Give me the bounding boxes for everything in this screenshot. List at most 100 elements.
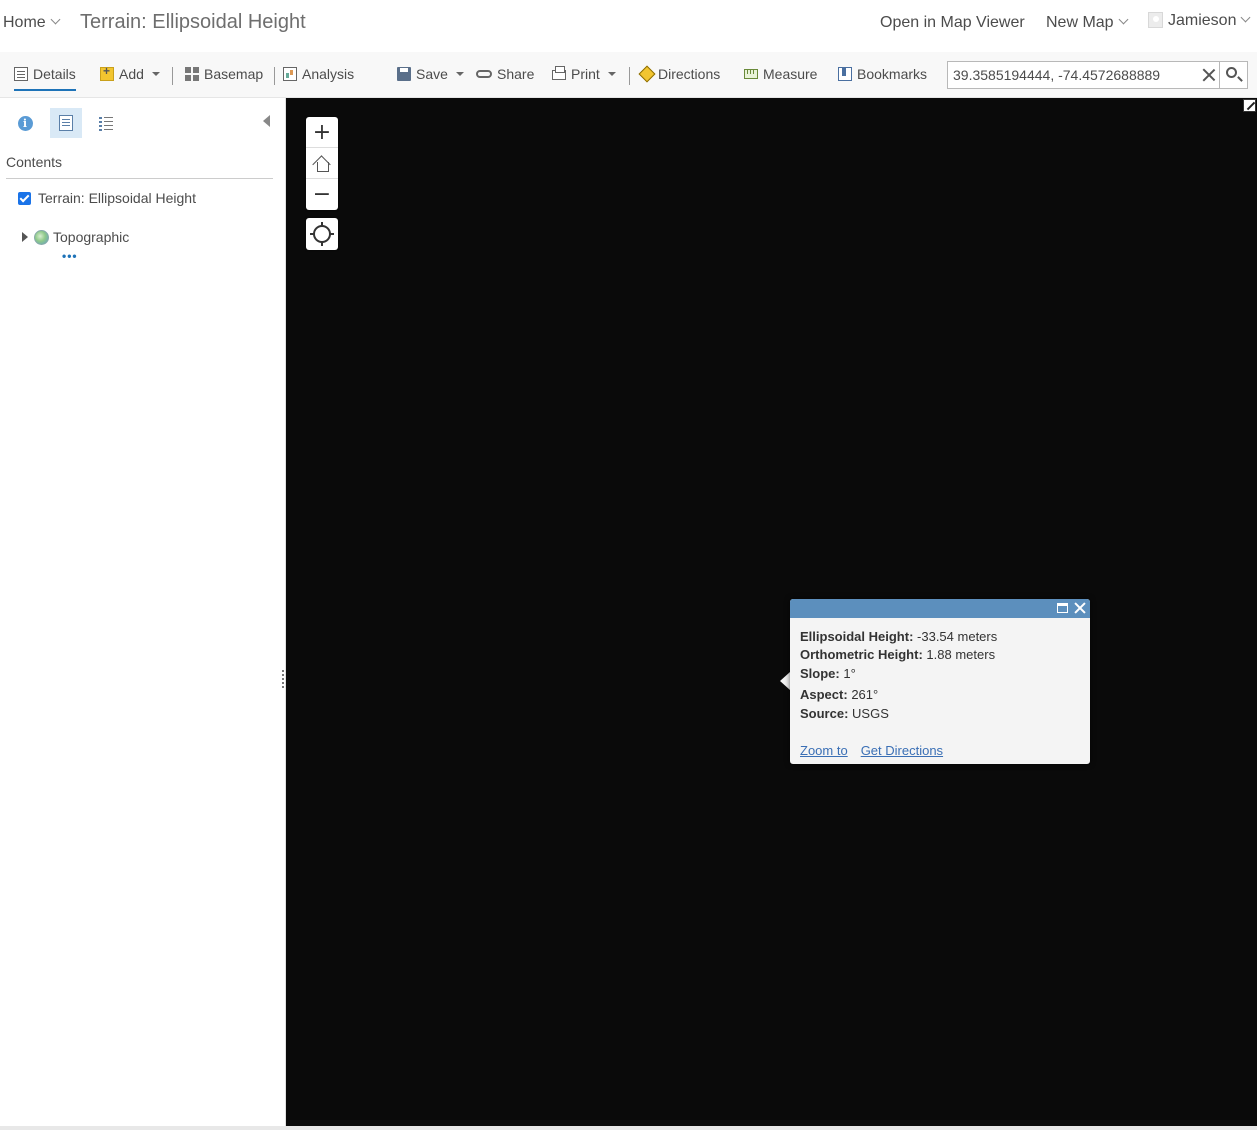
maximize-icon[interactable] bbox=[1057, 603, 1068, 613]
details-label: Details bbox=[33, 66, 76, 82]
popup-body: Ellipsoidal Height: -33.54 meters Orthom… bbox=[790, 618, 1090, 723]
field-value: 1° bbox=[843, 666, 856, 681]
field-label: Source: bbox=[800, 706, 849, 721]
add-label: Add bbox=[119, 66, 144, 82]
new-map-label: New Map bbox=[1046, 14, 1114, 31]
link-icon bbox=[476, 70, 492, 78]
basemap-layer-item: Topographic bbox=[22, 229, 129, 245]
analysis-button[interactable]: Analysis bbox=[283, 66, 354, 82]
search-icon bbox=[1226, 67, 1237, 78]
tab-about[interactable]: i bbox=[9, 108, 41, 138]
search-field bbox=[947, 61, 1220, 89]
crosshair-icon bbox=[310, 222, 334, 246]
save-label: Save bbox=[416, 66, 448, 82]
layer-name[interactable]: Terrain: Ellipsoidal Height bbox=[38, 190, 196, 206]
analysis-icon bbox=[283, 67, 297, 81]
basemap-button[interactable]: Basemap bbox=[185, 66, 263, 82]
bookmarks-button[interactable]: Bookmarks bbox=[838, 66, 927, 82]
contents-heading: Contents bbox=[6, 154, 63, 170]
search-input[interactable] bbox=[953, 66, 1193, 84]
default-extent-button[interactable] bbox=[306, 148, 338, 179]
popup-field: Ellipsoidal Height: -33.54 meters bbox=[800, 628, 1080, 646]
bottom-scrollbar[interactable] bbox=[0, 1126, 1257, 1130]
avatar bbox=[1148, 12, 1163, 28]
info-icon: i bbox=[17, 115, 33, 131]
open-in-map-viewer-link[interactable]: Open in Map Viewer bbox=[880, 14, 1025, 32]
print-label: Print bbox=[571, 66, 600, 82]
more-options-icon[interactable]: ••• bbox=[62, 250, 78, 262]
zoom-in-button[interactable]: + bbox=[306, 117, 338, 148]
popup-header bbox=[790, 599, 1090, 618]
tab-legend[interactable] bbox=[90, 108, 122, 138]
globe-icon bbox=[34, 229, 49, 245]
bookmark-icon bbox=[838, 67, 852, 81]
close-icon[interactable] bbox=[1074, 601, 1086, 615]
divider bbox=[6, 178, 273, 179]
layer-visibility-checkbox[interactable] bbox=[18, 191, 31, 205]
share-button[interactable]: Share bbox=[476, 66, 534, 82]
ruler-icon bbox=[744, 69, 758, 79]
home-menu[interactable]: Home bbox=[3, 14, 61, 32]
field-value: 261° bbox=[851, 686, 879, 702]
close-icon[interactable] bbox=[1202, 68, 1216, 82]
toolbar-divider bbox=[274, 67, 275, 85]
panel-resize-handle[interactable] bbox=[282, 670, 284, 688]
page-title: Terrain: Ellipsoidal Height bbox=[80, 11, 306, 33]
popup-pointer bbox=[780, 672, 790, 690]
measure-label: Measure bbox=[763, 66, 818, 82]
popup-actions: Zoom to Get Directions bbox=[800, 743, 943, 758]
chevron-down-icon bbox=[1118, 14, 1129, 25]
printer-icon bbox=[552, 66, 566, 80]
popup-field: Orthometric Height: 1.88 meters bbox=[800, 646, 1080, 664]
top-header: Home Terrain: Ellipsoidal Height Open in… bbox=[0, 0, 1257, 52]
new-map-menu[interactable]: New Map bbox=[1046, 14, 1129, 32]
toolbar-divider bbox=[172, 67, 173, 85]
field-value: 1.88 meters bbox=[926, 646, 996, 662]
home-label: Home bbox=[3, 14, 46, 31]
legend-icon bbox=[99, 116, 113, 130]
add-button[interactable]: Add bbox=[100, 64, 160, 82]
get-directions-link[interactable]: Get Directions bbox=[861, 743, 943, 758]
caret-down-icon bbox=[151, 72, 160, 76]
field-label: Slope: bbox=[800, 666, 840, 681]
basemap-label: Basemap bbox=[204, 66, 264, 82]
basemap-grid-icon bbox=[185, 67, 199, 81]
contents-panel: i Contents Terrain: Ellipsoidal Height T… bbox=[0, 98, 286, 1126]
expand-arrow-icon[interactable] bbox=[22, 232, 28, 242]
save-button[interactable]: Save bbox=[397, 66, 464, 82]
caret-down-icon bbox=[607, 72, 616, 76]
field-label: Aspect: bbox=[800, 686, 848, 702]
edit-icon[interactable] bbox=[1243, 99, 1256, 112]
measure-button[interactable]: Measure bbox=[744, 66, 817, 82]
field-label: Orthometric Height: bbox=[800, 646, 923, 662]
home-icon bbox=[313, 155, 331, 172]
caret-down-icon bbox=[455, 72, 464, 76]
identify-popup: Ellipsoidal Height: -33.54 meters Orthom… bbox=[790, 599, 1090, 764]
tab-contents[interactable] bbox=[50, 108, 82, 138]
add-icon bbox=[100, 64, 114, 81]
analysis-label: Analysis bbox=[302, 66, 355, 82]
chevron-down-icon bbox=[50, 14, 61, 25]
zoom-out-button[interactable]: − bbox=[306, 179, 338, 210]
print-button[interactable]: Print bbox=[552, 66, 616, 82]
locate-button[interactable] bbox=[306, 218, 338, 250]
basemap-layer-name[interactable]: Topographic bbox=[53, 229, 129, 245]
zoom-to-link[interactable]: Zoom to bbox=[800, 743, 848, 758]
field-label: Ellipsoidal Height: bbox=[800, 629, 914, 644]
details-button[interactable]: Details bbox=[14, 66, 76, 91]
user-menu[interactable]: Jamieson bbox=[1148, 12, 1251, 30]
floppy-disk-icon bbox=[397, 67, 411, 81]
chevron-down-icon bbox=[1241, 12, 1251, 23]
directions-button[interactable]: Directions bbox=[638, 65, 721, 83]
search-button[interactable] bbox=[1220, 61, 1248, 89]
collapse-panel-icon[interactable] bbox=[263, 115, 270, 127]
directions-sign-icon bbox=[638, 65, 656, 83]
contents-icon bbox=[59, 115, 73, 131]
share-label: Share bbox=[497, 66, 535, 82]
zoom-control: + − bbox=[306, 117, 338, 210]
user-name: Jamieson bbox=[1168, 12, 1237, 29]
map-view[interactable] bbox=[286, 98, 1257, 1126]
popup-field: Source: USGS bbox=[800, 705, 1080, 723]
field-value: -33.54 meters bbox=[917, 629, 998, 644]
directions-label: Directions bbox=[658, 66, 721, 82]
